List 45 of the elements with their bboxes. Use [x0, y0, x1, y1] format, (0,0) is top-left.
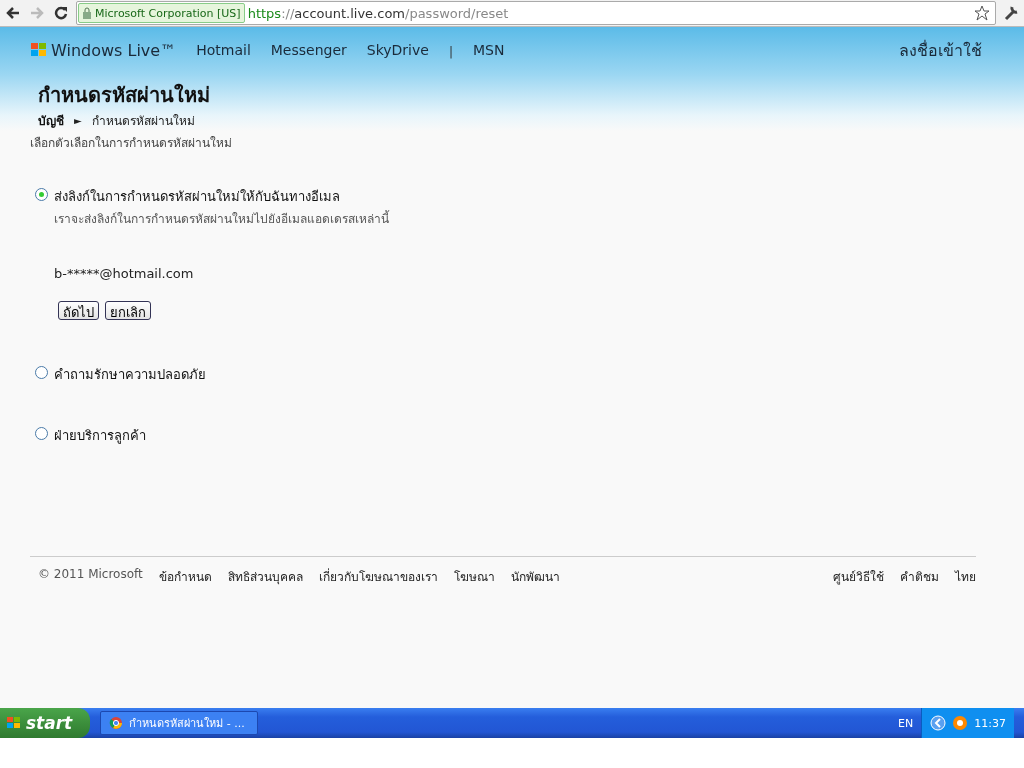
url-text: https://account.live.com/password/reset — [247, 5, 509, 21]
browser-icon — [109, 716, 124, 730]
nav-separator: | — [448, 45, 453, 59]
option-description: เราจะส่งลิงก์ในการกำหนดรหัสผ่านใหม่ไปยังอีเมลแอดเดรสเหล่านี้ — [54, 209, 389, 228]
copyright-text: © 2011 Microsoft — [38, 567, 143, 583]
footer-link[interactable]: สิทธิส่วนบุคคล — [227, 567, 303, 586]
footer-link[interactable]: ข้อกำหนด — [158, 567, 212, 586]
footer-link[interactable]: ไทย — [955, 567, 976, 586]
nav-link[interactable]: MSN — [472, 42, 505, 58]
clock: 11:37 — [974, 716, 1006, 730]
option-label[interactable]: ฝ่ายบริการลูกค้า — [54, 425, 146, 446]
language-indicator[interactable]: EN — [898, 716, 914, 730]
footer-link[interactable]: คำติชม — [900, 567, 939, 586]
footer-link[interactable]: นักพัฒนา — [510, 567, 560, 586]
option-label[interactable]: คำถามรักษาความปลอดภัย — [54, 364, 206, 385]
app-tray-icon[interactable] — [952, 715, 969, 731]
cancel-button[interactable]: ยกเลิก — [105, 301, 151, 320]
radio-button[interactable] — [35, 366, 48, 379]
security-badge[interactable]: Microsoft Corporation [US] — [78, 3, 245, 23]
windows-flag-icon — [6, 716, 22, 730]
option-label[interactable]: ส่งลิงก์ในการกำหนดรหัสผ่านใหม่ให้กับฉันทางอีเมล — [54, 186, 389, 207]
nav-link[interactable]: Messenger — [270, 42, 347, 58]
address-bar[interactable]: Microsoft Corporation [US] https://account.live.com/password/reset — [76, 1, 996, 25]
nav-link[interactable]: Hotmail — [196, 42, 251, 58]
page-title: กำหนดรหัสผ่านใหม่ — [38, 82, 211, 109]
radio-button[interactable] — [35, 427, 48, 440]
breadcrumb-link[interactable]: บัญชี — [38, 111, 64, 130]
brand-logo[interactable]: Windows Live™ — [30, 40, 177, 60]
star-icon[interactable] — [973, 4, 991, 22]
email-address: b-*****@hotmail.com — [54, 266, 195, 281]
radio-button[interactable] — [35, 188, 48, 201]
intro-text: เลือกตัวเลือกในการกำหนดรหัสผ่านใหม่ — [30, 135, 233, 152]
taskbar-window-button[interactable]: กำหนดรหัสผ่านใหม่ - ... — [100, 711, 259, 735]
footer-link[interactable]: โฆษณา — [453, 567, 495, 586]
wrench-icon[interactable] — [1002, 4, 1020, 22]
next-button[interactable]: ถัดไป — [58, 301, 99, 320]
sign-in-link[interactable]: ลงชื่อเข้าใช้ — [899, 37, 982, 63]
breadcrumb-arrow: ► — [74, 115, 82, 126]
reload-icon[interactable] — [52, 4, 70, 22]
nav-link[interactable]: SkyDrive — [366, 42, 429, 58]
start-button[interactable]: start — [0, 708, 91, 738]
footer-link[interactable]: เกี่ยวกับโฆษณาของเรา — [318, 567, 438, 586]
breadcrumb-current: กำหนดรหัสผ่านใหม่ — [91, 113, 195, 130]
footer-link[interactable]: ศูนย์วิธีใช้ — [833, 567, 884, 586]
chevron-icon[interactable] — [930, 715, 947, 731]
